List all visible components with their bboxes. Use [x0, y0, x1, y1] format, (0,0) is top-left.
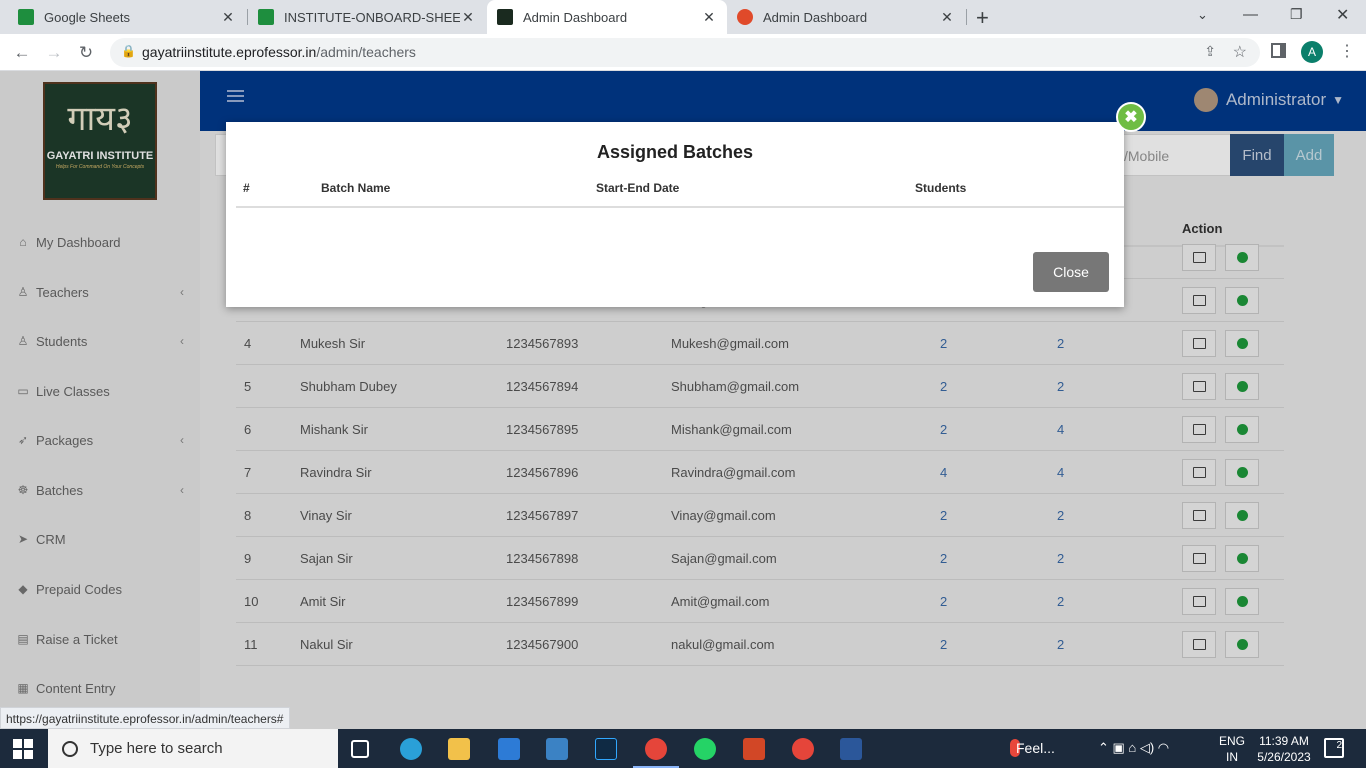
url-omnibox[interactable]: 🔒 gayatriinstitute.eprofessor.in/admin/t… — [110, 38, 1260, 67]
windows-taskbar: Type here to search Feel... ⌃ ▣ ⌂ ◁) ◠ E… — [0, 729, 1366, 768]
language-code: ENG — [1219, 734, 1246, 748]
weather-widget[interactable]: Feel... — [1016, 740, 1055, 756]
tab-institute-sheet[interactable]: INSTITUTE-ONBOARD-SHEET - G ✕ — [248, 0, 486, 34]
share-icon[interactable]: ⇪ — [1204, 43, 1216, 60]
close-button[interactable]: Close — [1033, 252, 1109, 292]
powerpoint-icon[interactable] — [743, 738, 765, 760]
bookmark-star-icon[interactable]: ☆ — [1233, 42, 1247, 62]
clock-date: 5/26/2023 — [1257, 750, 1311, 764]
chrome-icon[interactable] — [645, 738, 667, 760]
lock-icon: 🔒 — [121, 44, 136, 58]
gayatri-favicon — [497, 9, 513, 25]
edge-icon[interactable] — [400, 738, 422, 760]
side-panel-icon[interactable] — [1271, 43, 1286, 58]
back-arrow-icon[interactable]: ← — [12, 43, 32, 63]
store-icon[interactable] — [546, 738, 568, 760]
browser-tab-strip: Google Sheets ✕ INSTITUTE-ONBOARD-SHEET … — [0, 0, 1366, 34]
windows-start-icon[interactable] — [13, 739, 33, 759]
profile-avatar[interactable]: A — [1301, 41, 1323, 63]
tab-title: Google Sheets — [44, 9, 131, 25]
close-tab-icon[interactable]: ✕ — [701, 9, 717, 26]
assigned-batches-modal: Assigned Batches # Batch Name Start-End … — [226, 122, 1124, 307]
tab-separator — [966, 9, 967, 25]
whatsapp-icon[interactable] — [694, 738, 716, 760]
search-icon — [62, 740, 78, 757]
chrome-profile-icon[interactable] — [792, 738, 814, 760]
modal-col-batch-name: Batch Name — [321, 181, 391, 195]
file-explorer-icon[interactable] — [448, 738, 470, 760]
modal-col-students: Students — [915, 181, 967, 195]
close-tab-icon[interactable]: ✕ — [220, 9, 236, 26]
modal-header-divider — [236, 206, 1124, 208]
new-tab-button[interactable]: + — [976, 5, 989, 31]
tab-google-sheets[interactable]: Google Sheets ✕ — [8, 0, 246, 34]
address-bar-row: ← → ↻ 🔒 gayatriinstitute.eprofessor.in/a… — [0, 34, 1366, 71]
close-tab-icon[interactable]: ✕ — [939, 9, 955, 26]
browser-menu-icon[interactable]: ⋮ — [1339, 41, 1355, 61]
forward-arrow-icon[interactable]: → — [44, 43, 64, 63]
tab-title: Admin Dashboard — [763, 9, 868, 25]
restore-icon[interactable]: ❐ — [1290, 6, 1303, 23]
reload-icon[interactable]: ↻ — [76, 43, 96, 63]
taskbar-search-box[interactable]: Type here to search — [48, 729, 338, 768]
clock-time: 11:39 AM — [1259, 734, 1309, 748]
tab-title: INSTITUTE-ONBOARD-SHEET - G — [284, 9, 460, 25]
system-tray-icons[interactable]: ⌃ ▣ ⌂ ◁) ◠ — [1098, 740, 1169, 756]
tab-title: Admin Dashboard — [523, 9, 628, 25]
task-view-icon[interactable] — [351, 740, 369, 758]
url-path: /admin/teachers — [316, 44, 416, 60]
tab-admin-dashboard-active[interactable]: Admin Dashboard ✕ — [487, 0, 727, 34]
window-close-icon[interactable]: ✕ — [1336, 5, 1349, 25]
url-host: gayatriinstitute.eprofessor.in — [142, 44, 317, 60]
modal-title: Assigned Batches — [596, 142, 754, 162]
language-indicator[interactable]: ENG IN — [1219, 733, 1245, 765]
sheets-icon — [258, 9, 274, 25]
close-icon[interactable]: ✖ — [1116, 102, 1146, 132]
region-code: IN — [1226, 750, 1238, 764]
word-icon[interactable] — [840, 738, 862, 760]
minimize-icon[interactable]: — — [1243, 6, 1258, 23]
tab-admin-dashboard[interactable]: Admin Dashboard ✕ — [727, 0, 965, 34]
notification-center-icon[interactable]: 2 — [1324, 738, 1344, 758]
sheets-icon — [18, 9, 34, 25]
photoshop-icon[interactable] — [595, 738, 617, 760]
modal-col-start-end-date: Start-End Date — [596, 181, 680, 195]
tab-search-chevron-icon[interactable]: ⌄ — [1197, 7, 1208, 23]
clock[interactable]: 11:39 AM 5/26/2023 — [1254, 733, 1314, 765]
close-tab-icon[interactable]: ✕ — [460, 9, 476, 26]
link-status-bar: https://gayatriinstitute.eprofessor.in/a… — [0, 707, 291, 729]
app-favicon — [737, 9, 753, 25]
mail-icon[interactable] — [498, 738, 520, 760]
taskbar-search-placeholder: Type here to search — [90, 740, 223, 757]
modal-col-number: # — [243, 181, 250, 195]
